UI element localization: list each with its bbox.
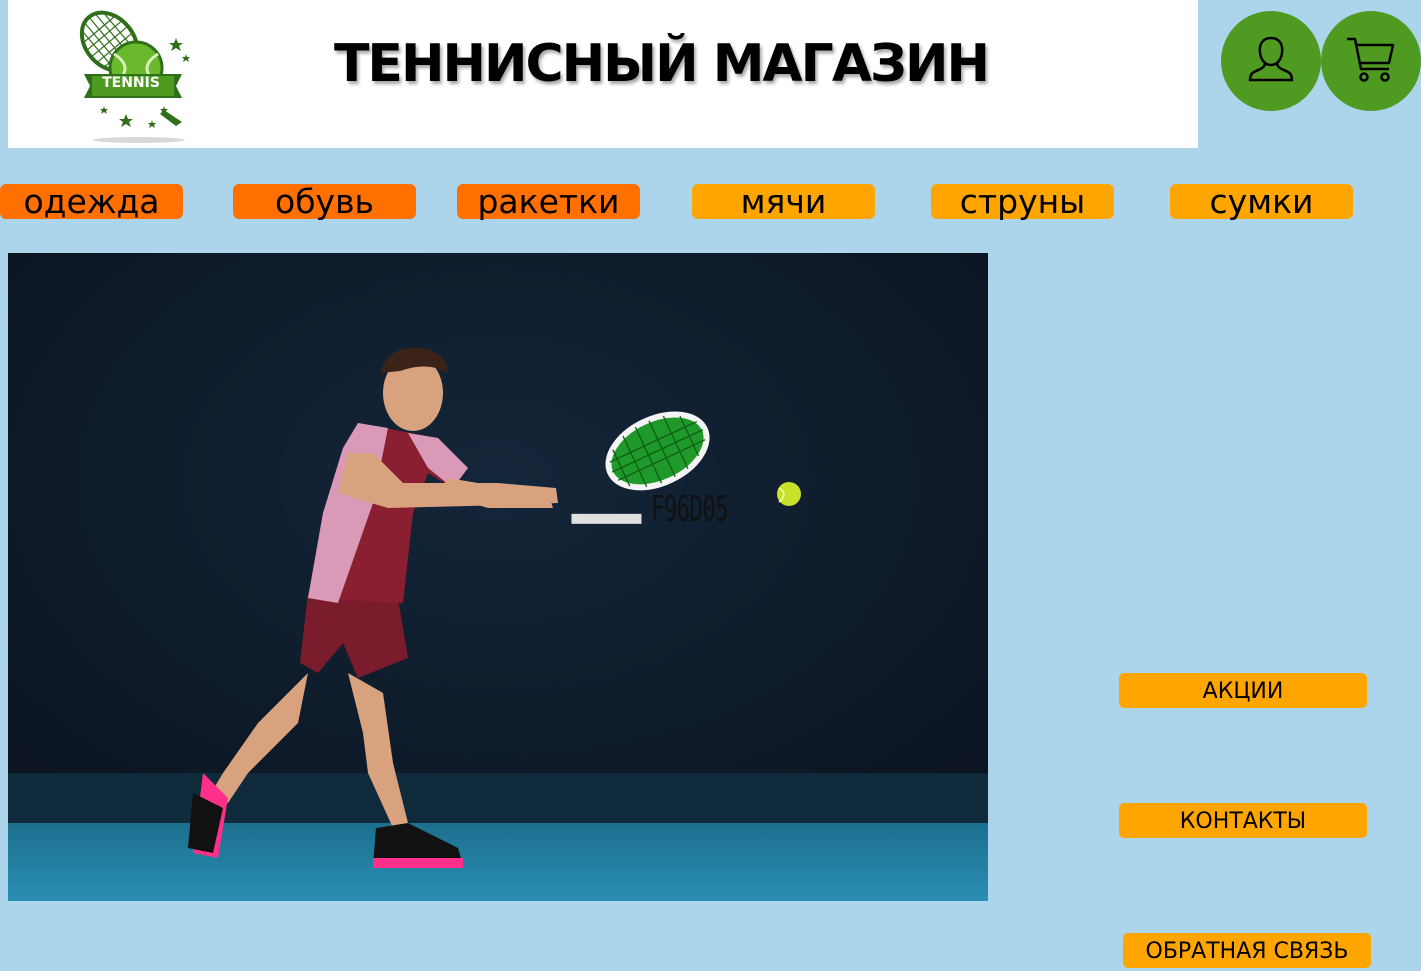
account-button[interactable] (1221, 11, 1321, 111)
promotions-button[interactable]: АКЦИИ (1119, 673, 1367, 708)
header-banner: TENNIS ТЕННИСНЫЙ МАГАЗИН (8, 0, 1198, 148)
user-icon (1248, 34, 1294, 88)
nav-item-strings[interactable]: струны (931, 184, 1114, 219)
nav-item-rackets[interactable]: ракетки (457, 184, 640, 219)
nav-item-bags[interactable]: сумки (1170, 184, 1353, 219)
nav-item-label: ракетки (477, 182, 620, 221)
hero-image: F96D05 (8, 253, 988, 901)
tennis-logo[interactable]: TENNIS (64, 2, 204, 144)
nav-item-shoes[interactable]: обувь (233, 184, 416, 219)
feedback-button[interactable]: ОБРАТНАЯ СВЯЗЬ (1123, 933, 1371, 968)
shopping-cart-icon (1345, 33, 1397, 89)
cart-button[interactable] (1321, 11, 1421, 111)
nav-item-label: сумки (1209, 182, 1314, 221)
nav-item-label: мячи (740, 182, 827, 221)
nav-item-label: одежда (23, 182, 160, 221)
nav-item-label: обувь (275, 182, 374, 221)
page-title: ТЕННИСНЫЙ МАГАЗИН (333, 34, 990, 94)
nav-item-balls[interactable]: мячи (692, 184, 875, 219)
logo-text: TENNIS (102, 75, 160, 91)
watermark-text: F96D05 (651, 489, 729, 530)
nav-item-clothes[interactable]: одежда (0, 184, 183, 219)
nav-item-label: струны (959, 182, 1086, 221)
contacts-button[interactable]: КОНТАКТЫ (1119, 803, 1367, 838)
